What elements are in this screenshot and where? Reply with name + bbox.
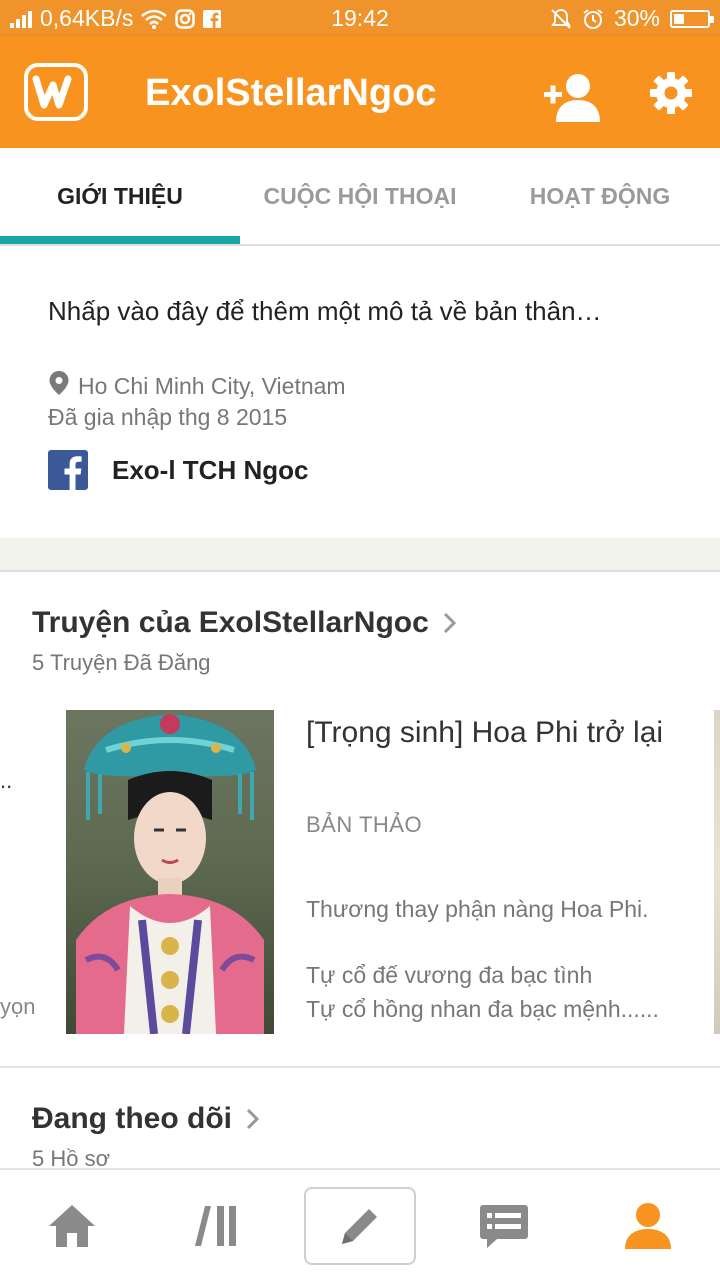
previous-story-peek-title[interactable]: .. <box>0 768 12 794</box>
add-description-prompt[interactable]: Nhấp vào đây để thêm một mô tả về bản th… <box>48 296 602 327</box>
status-bar: 0,64KB/s 19:42 30% <box>0 0 720 36</box>
following-section-header[interactable]: Đang theo dõi <box>32 1102 260 1136</box>
about-section: Nhấp vào đây để thêm một mô tả về bản th… <box>0 246 720 538</box>
wattpad-logo-icon[interactable] <box>24 63 88 121</box>
location-row: Ho Chi Minh City, Vietnam <box>48 370 346 402</box>
tab-activity[interactable]: HOẠT ĐỘNG <box>480 148 720 244</box>
nav-home[interactable] <box>0 1170 144 1280</box>
facebook-name: Exo-l TCH Ngoc <box>112 454 309 485</box>
facebook-icon <box>48 450 88 490</box>
story-description-line: Tự cổ đế vương đa bạc tình <box>306 962 593 988</box>
battery-percent: 30% <box>613 5 660 31</box>
following-section: Đang theo dõi 5 Hồ sơ <box>0 1068 720 1168</box>
facebook-link[interactable]: Exo-l TCH Ngoc <box>48 450 308 490</box>
story-description-line: Thương thay phận nàng Hoa Phi. <box>306 896 649 922</box>
story-description-line: Tự cổ hồng nhan đa bạc mệnh...... <box>306 996 659 1022</box>
library-icon <box>195 1206 236 1246</box>
story-status-draft: BẢN THẢO <box>306 812 423 837</box>
tab-about[interactable]: GIỚI THIỆU <box>0 148 240 244</box>
following-count: 5 Hồ sơ <box>32 1146 111 1168</box>
add-friend-icon[interactable] <box>542 72 604 122</box>
story-title[interactable]: [Trọng sinh] Hoa Phi trở lại <box>306 714 696 751</box>
nav-messages[interactable] <box>432 1170 576 1280</box>
chevron-right-icon <box>246 1108 260 1130</box>
write-pencil-icon <box>342 1209 377 1244</box>
stories-section-title: Truyện của ExolStellarNgoc <box>32 606 429 639</box>
joined-date: Đã gia nhập thg 8 2015 <box>48 404 288 430</box>
location-pin-icon <box>48 370 70 402</box>
chevron-right-icon <box>443 612 456 634</box>
section-divider <box>0 538 720 572</box>
story-description: Thương thay phận nàng Hoa Phi. Tự cổ đế … <box>306 892 686 1026</box>
tab-conversations[interactable]: CUỘC HỘI THOẠI <box>240 148 480 244</box>
messages-icon <box>480 1205 528 1248</box>
settings-gear-icon[interactable] <box>648 70 694 116</box>
active-tab-indicator <box>0 236 240 244</box>
profile-tabs: GIỚI THIỆU CUỘC HỘI THOẠI HOẠT ĐỘNG <box>0 148 720 246</box>
profile-icon <box>625 1203 671 1249</box>
nav-profile[interactable] <box>576 1170 720 1280</box>
stories-section-header[interactable]: Truyện của ExolStellarNgoc <box>32 606 457 640</box>
following-section-title: Đang theo dõi <box>32 1102 232 1135</box>
stories-count: 5 Truyện Đã Đăng <box>32 650 211 675</box>
next-story-cover-peek[interactable] <box>714 710 720 1034</box>
app-bar: ExolStellarNgoc <box>0 36 720 148</box>
nav-write[interactable] <box>288 1170 432 1280</box>
profile-username-title: ExolStellarNgoc <box>145 72 437 114</box>
story-cover-image[interactable] <box>66 710 274 1034</box>
alarm-icon <box>582 8 604 30</box>
location-text: Ho Chi Minh City, Vietnam <box>78 372 346 399</box>
home-icon <box>49 1205 95 1247</box>
previous-story-peek-text[interactable]: yọn <box>0 994 35 1020</box>
write-button[interactable] <box>304 1187 416 1265</box>
bottom-navigation <box>0 1168 720 1280</box>
story-description-line <box>306 926 686 958</box>
mute-icon <box>550 8 572 30</box>
battery-icon <box>670 9 714 28</box>
nav-library[interactable] <box>144 1170 288 1280</box>
